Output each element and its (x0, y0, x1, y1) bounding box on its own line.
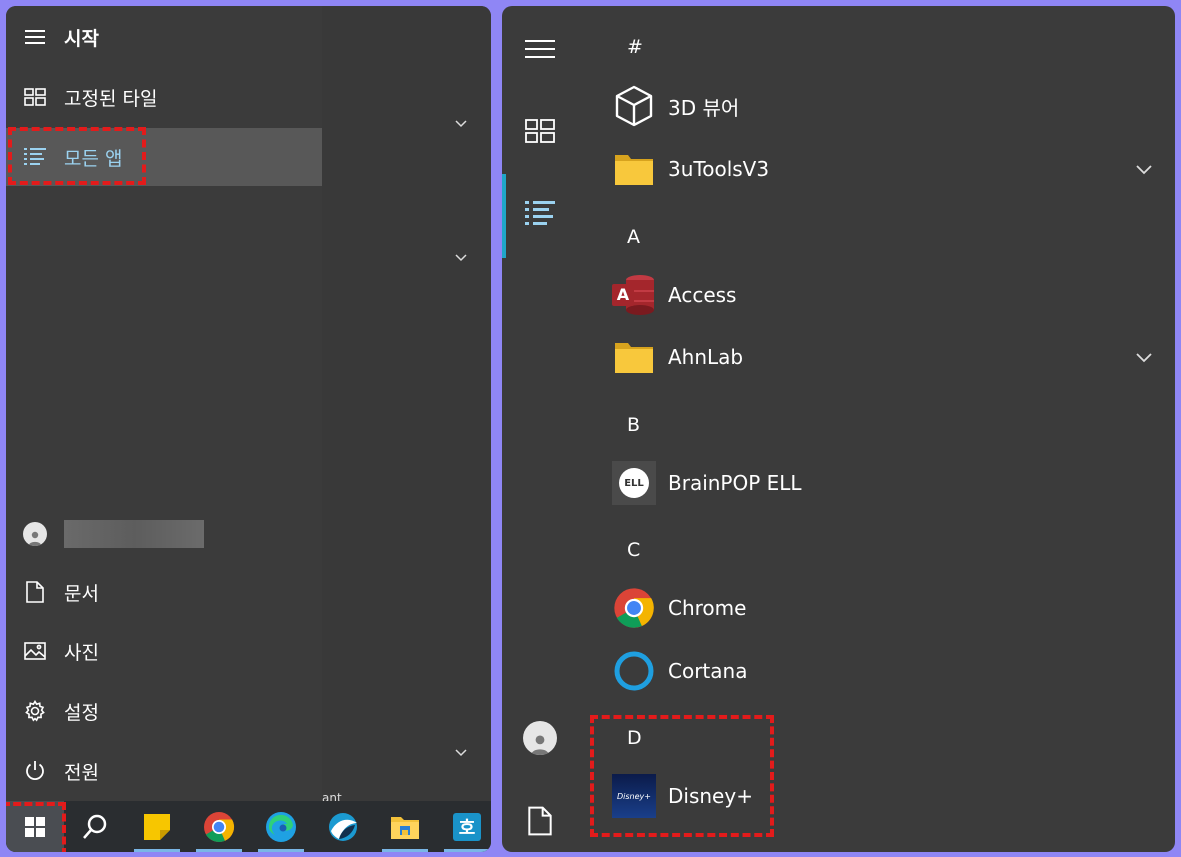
nav-item-label: 설정 (64, 701, 99, 724)
tiles-icon[interactable] (520, 111, 560, 151)
user-name-redacted (64, 520, 204, 548)
list-icon[interactable] (520, 194, 560, 234)
photos-icon (6, 622, 64, 680)
document-icon (6, 563, 64, 621)
nav-item-label: 모든 앱 (64, 147, 123, 170)
file-explorer-icon (391, 816, 419, 839)
disney-icon: Disney+ (612, 774, 656, 818)
app-item-access[interactable]: A Access (612, 266, 1152, 324)
cube-icon (612, 84, 656, 128)
file-explorer-taskbar-button[interactable] (374, 801, 436, 852)
app-item-3utoolsv3[interactable]: 3uToolsV3 (612, 140, 1152, 198)
sticky-notes-icon (144, 813, 170, 840)
nav-item-documents[interactable]: 문서 (6, 563, 322, 621)
nav-item-label: 전원 (64, 761, 99, 784)
access-icon: A (612, 273, 656, 317)
app-name: 3uToolsV3 (668, 157, 770, 181)
running-indicator (196, 849, 242, 852)
tiles-icon (6, 68, 64, 126)
app-name: Cortana (668, 659, 748, 683)
cortana-icon (612, 649, 656, 693)
search-icon (83, 814, 107, 839)
start-header[interactable]: 시작 (6, 8, 322, 66)
chevron-down-icon[interactable] (1136, 348, 1152, 367)
running-indicator (444, 849, 490, 852)
nav-item-power[interactable]: 전원 (6, 742, 322, 800)
app-name: Disney+ (668, 784, 753, 808)
app-name: Access (668, 283, 737, 307)
hangul-icon: 호 (453, 812, 481, 841)
app-item-disney-plus[interactable]: Disney+ Disney+ (612, 767, 1152, 825)
running-indicator (258, 849, 304, 852)
start-title: 시작 (64, 27, 99, 50)
start-nav-pane: 시작 고정된 타일 모든 앱 문서 사진 설정 전원 (6, 6, 322, 801)
app-name: AhnLab (668, 345, 744, 369)
app-item-brainpop-ell[interactable]: ELL BrainPOP ELL (612, 454, 1152, 512)
app-item-3d-viewer[interactable]: 3D 뷰어 (612, 77, 1152, 135)
start-button[interactable] (6, 801, 64, 852)
app-item-cortana[interactable]: Cortana (612, 642, 1152, 700)
document-icon[interactable] (520, 801, 560, 841)
folder-icon (612, 147, 656, 191)
gear-icon (6, 682, 64, 740)
sticky-notes-button[interactable] (126, 801, 188, 852)
edge-taskbar-button[interactable] (250, 801, 312, 852)
hangul-glyph: 호 (458, 817, 476, 839)
nav-item-settings[interactable]: 설정 (6, 682, 322, 740)
hamburger-icon[interactable] (520, 29, 560, 69)
user-avatar-icon (6, 505, 64, 563)
section-header-b[interactable]: B (627, 414, 640, 436)
nav-item-user[interactable] (6, 505, 322, 563)
user-avatar-icon[interactable] (520, 718, 560, 758)
chevron-down-icon[interactable] (454, 746, 468, 760)
running-indicator (134, 849, 180, 852)
disney-logo-text: Disney+ (617, 791, 651, 801)
folder-icon (612, 335, 656, 379)
power-icon (6, 742, 64, 800)
chevron-down-icon[interactable] (454, 251, 468, 265)
app-item-chrome[interactable]: Chrome (612, 579, 1152, 637)
windows-icon (25, 816, 45, 837)
app-name: 3D 뷰어 (668, 95, 740, 120)
app-name: Chrome (668, 596, 747, 620)
app-name: BrainPOP ELL (668, 471, 802, 495)
nav-item-pinned-tiles[interactable]: 고정된 타일 (6, 68, 322, 126)
hamburger-icon[interactable] (6, 8, 64, 66)
nav-item-label: 사진 (64, 641, 99, 664)
section-header-hash[interactable]: # (627, 36, 643, 58)
nav-item-label: 문서 (64, 582, 99, 605)
chevron-down-icon[interactable] (1136, 160, 1152, 179)
active-indicator (502, 174, 506, 258)
brainpop-letters: ELL (624, 477, 644, 489)
nav-item-photos[interactable]: 사진 (6, 622, 322, 680)
section-header-a[interactable]: A (627, 226, 640, 248)
hangul-taskbar-button[interactable]: 호 (436, 801, 491, 852)
app-icon (329, 812, 357, 841)
chrome-taskbar-button[interactable] (188, 801, 250, 852)
chrome-icon (204, 811, 235, 842)
section-header-c[interactable]: C (627, 539, 640, 561)
section-header-d[interactable]: D (627, 727, 642, 749)
start-menu-left: 시작 고정된 타일 모든 앱 문서 사진 설정 전원 ant 호 (6, 6, 491, 852)
app-item-ahnlab[interactable]: AhnLab (612, 328, 1152, 386)
chevron-down-icon[interactable] (454, 117, 468, 131)
nav-item-label: 고정된 타일 (64, 87, 158, 110)
list-icon (6, 128, 64, 186)
nav-item-all-apps[interactable]: 모든 앱 (6, 128, 322, 186)
edge-icon (266, 811, 296, 842)
brainpop-icon: ELL (612, 461, 656, 505)
taskbar: 호 (6, 801, 491, 852)
chrome-icon (612, 586, 656, 630)
app-taskbar-button[interactable] (312, 801, 374, 852)
running-indicator (382, 849, 428, 852)
search-button[interactable] (64, 801, 126, 852)
access-letter: A (616, 284, 630, 304)
start-menu-all-apps: # 3D 뷰어 3uToolsV3 A A Access AhnLab B EL… (502, 6, 1175, 852)
